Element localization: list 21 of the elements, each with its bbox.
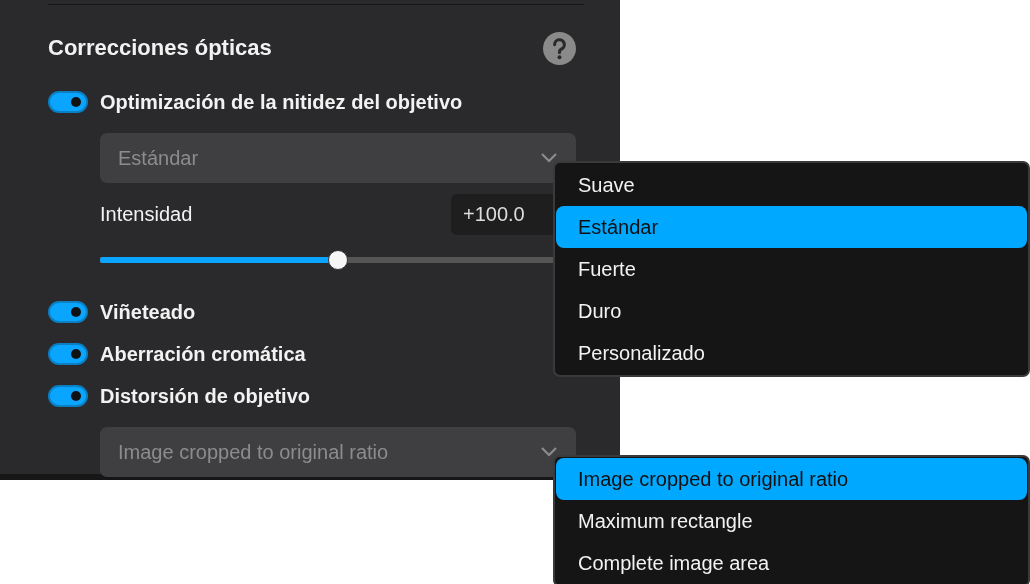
menu-item[interactable]: Duro [556,290,1027,332]
menu-item[interactable]: Estándar [556,206,1027,248]
toggle-label: Distorsión de objetivo [100,384,311,408]
chevron-icon [540,152,558,164]
toggle-label: Aberración cromática [100,342,306,366]
chevron-icon [540,446,558,458]
section-title: Correcciones ópticas [48,35,272,61]
toggle-label: Optimización de la nitidez del objetivo [100,90,463,114]
menu-item[interactable]: Complete image area [556,542,1027,584]
toggle-switch[interactable] [48,301,88,323]
menu-item[interactable]: Fuerte [556,248,1027,290]
toggle-switch[interactable] [48,91,88,113]
toggle-label: Viñeteado [100,300,196,324]
menu-item[interactable]: Personalizado [556,332,1027,374]
toggle-switch[interactable] [48,343,88,365]
menu-item[interactable]: Maximum rectangle [556,500,1027,542]
menu-item[interactable]: Image cropped to original ratio [556,458,1027,500]
toggle-switch[interactable] [48,385,88,407]
slider-label: Intensidad [100,202,193,226]
slider-thumb[interactable] [328,250,348,270]
help-icon[interactable] [543,31,576,65]
